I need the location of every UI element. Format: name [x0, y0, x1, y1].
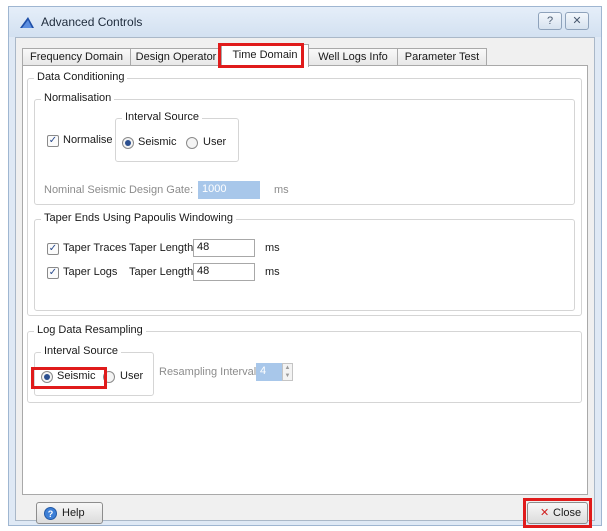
- tab-well-logs-info[interactable]: Well Logs Info: [308, 48, 398, 66]
- taper-logs-checkbox[interactable]: ✓: [47, 267, 59, 279]
- traces-length-input[interactable]: 48: [193, 239, 255, 257]
- normalisation-group: Normalisation ✓ Normalise Interval Sourc…: [34, 92, 575, 205]
- gate-unit: ms: [274, 184, 289, 196]
- app-icon: [20, 17, 34, 28]
- help-button-label: Help: [62, 507, 85, 519]
- taper-label: Taper Ends Using Papoulis Windowing: [41, 212, 236, 224]
- resampling-interval-input[interactable]: 4: [256, 363, 282, 381]
- resampling-seismic-radio[interactable]: [41, 371, 53, 383]
- data-conditioning-label: Data Conditioning: [34, 71, 128, 83]
- gate-label: Nominal Seismic Design Gate:: [44, 184, 194, 196]
- close-x-icon: ✕: [540, 507, 550, 519]
- user-radio-label: User: [203, 136, 227, 148]
- help-title-button[interactable]: ?: [538, 12, 562, 30]
- advanced-controls-window: Advanced Controls ? ✕ Frequency Domain D…: [8, 6, 602, 528]
- time-domain-panel: Data Conditioning Normalisation ✓ Normal…: [22, 65, 588, 495]
- log-resampling-label: Log Data Resampling: [34, 324, 146, 336]
- resampling-interval-label: Resampling Interval:: [159, 366, 260, 378]
- dialog-body: Frequency Domain Design Operator Time Do…: [15, 37, 595, 528]
- resampling-user-label: User: [120, 370, 144, 382]
- logs-length-unit: ms: [265, 266, 280, 278]
- seismic-radio[interactable]: [122, 137, 134, 149]
- interval-source-label: Interval Source: [122, 111, 202, 123]
- resampling-user-radio[interactable]: [103, 371, 115, 383]
- spinner-up-icon[interactable]: ▲: [283, 364, 292, 372]
- tab-design-operator[interactable]: Design Operator: [130, 48, 222, 66]
- user-radio[interactable]: [186, 137, 198, 149]
- normalisation-label: Normalisation: [41, 92, 115, 104]
- help-button[interactable]: ? Help: [36, 502, 103, 524]
- resampling-source-group: Interval Source Seismic User: [34, 345, 154, 396]
- close-button-label: Close: [553, 507, 582, 519]
- normalise-label: Normalise: [63, 134, 113, 146]
- taper-traces-checkbox[interactable]: ✓: [47, 243, 59, 255]
- tab-parameter-test[interactable]: Parameter Test: [397, 48, 487, 66]
- tab-time-domain[interactable]: Time Domain: [221, 44, 309, 67]
- logs-length-label: Taper Length:: [129, 266, 197, 278]
- spinner-down-icon[interactable]: ▼: [283, 372, 292, 380]
- log-resampling-group: Log Data Resampling Interval Source Seis…: [27, 324, 582, 403]
- taper-logs-label: Taper Logs: [63, 266, 118, 278]
- resampling-seismic-label: Seismic: [57, 370, 96, 382]
- resampling-source-label: Interval Source: [41, 345, 121, 357]
- traces-length-label: Taper Length:: [129, 242, 197, 254]
- seismic-radio-label: Seismic: [138, 136, 177, 148]
- help-icon: ?: [44, 507, 57, 520]
- tab-frequency-domain[interactable]: Frequency Domain: [22, 48, 131, 66]
- gate-input[interactable]: 1000: [198, 181, 260, 199]
- traces-length-unit: ms: [265, 242, 280, 254]
- normalise-checkbox[interactable]: ✓: [47, 135, 59, 147]
- data-conditioning-group: Data Conditioning Normalisation ✓ Normal…: [27, 71, 582, 316]
- close-title-button[interactable]: ✕: [565, 12, 589, 30]
- svg-text:?: ?: [48, 509, 54, 519]
- close-button[interactable]: ✕ Close: [527, 502, 588, 524]
- resampling-interval-spinner[interactable]: ▲ ▼: [282, 363, 293, 381]
- window-title: Advanced Controls: [41, 15, 143, 29]
- taper-traces-label: Taper Traces: [63, 242, 127, 254]
- logs-length-input[interactable]: 48: [193, 263, 255, 281]
- taper-group: Taper Ends Using Papoulis Windowing ✓ Ta…: [34, 212, 575, 311]
- interval-source-group: Interval Source Seismic User: [115, 111, 239, 162]
- title-bar: Advanced Controls ? ✕: [9, 7, 601, 37]
